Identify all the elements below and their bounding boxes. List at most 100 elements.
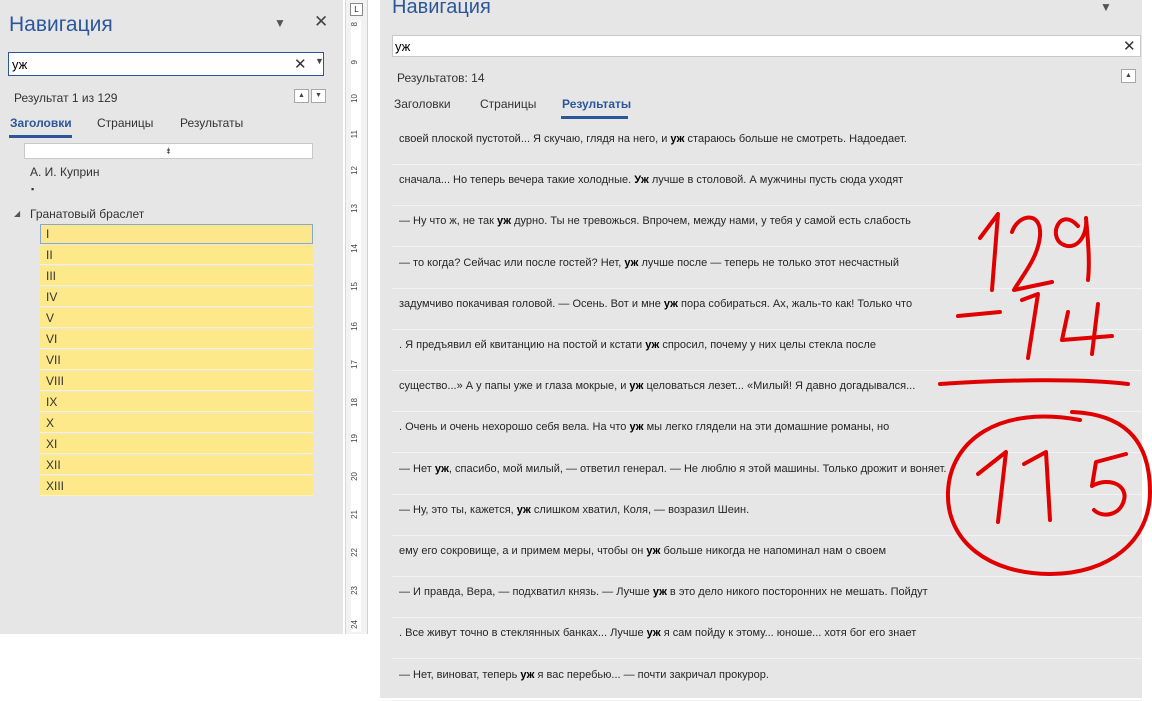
ruler-number: 23 — [350, 586, 359, 595]
ruler-number: 18 — [350, 398, 359, 407]
result-context-before: — Нет — [399, 462, 435, 475]
tab-pages[interactable]: Страницы — [480, 97, 536, 111]
heading-chapter-4[interactable]: IV — [40, 287, 313, 307]
result-context-after: целоваться лезет... «Милый! Я давно дога… — [643, 380, 916, 393]
tab-results[interactable]: Результаты — [562, 97, 631, 111]
result-context-after: я сам пойду к этому... юноше... хотя бог… — [660, 627, 917, 640]
result-match-highlight: уж — [624, 256, 639, 269]
result-context-after: больше никогда не напоминал нам о своем — [660, 545, 887, 557]
result-row[interactable]: — то когда? Сейчас или после гостей? Нет… — [392, 248, 1142, 289]
search-box: ✕ ▼ — [8, 52, 324, 76]
collapse-up-icon[interactable]: ⯒ — [24, 143, 313, 159]
right-navigation-pane: Навигация ▼ ✕ Результатов: 14 ▲ Заголовк… — [380, 0, 1142, 701]
result-row[interactable]: задумчиво покачивая головой. — Осень. Во… — [392, 289, 1142, 330]
ruler-number: 10 — [350, 94, 359, 103]
clear-search-icon[interactable]: ✕ — [1123, 37, 1136, 55]
pane-options-dropdown-icon[interactable]: ▼ — [274, 16, 286, 30]
result-row[interactable]: — Нет, виноват, теперь уж я вас перебью.… — [392, 660, 1142, 701]
active-tab-indicator — [9, 135, 72, 138]
heading-chapter-7[interactable]: VII — [40, 350, 313, 370]
result-row[interactable]: ему его сокровище, а и примем меры, чтоб… — [392, 536, 1142, 577]
result-context-before: — И правда, Вера, — подхватил князь. — Л… — [399, 586, 653, 599]
result-context-after: слишком хватил, Коля, — возразил Шеин. — [530, 503, 750, 516]
result-row[interactable]: . Я предъявил ей квитанцию на постой и к… — [392, 330, 1142, 371]
result-match-highlight: уж — [652, 586, 667, 599]
result-context-before: существо...» А у папы уже и глаза мокрые… — [399, 380, 630, 393]
result-match-highlight: уж — [516, 503, 531, 516]
heading-chapter-12[interactable]: XII — [40, 455, 313, 475]
ruler-number: 24 — [350, 620, 359, 629]
result-context-after: лучше в столовой. А мужчины пусть сюда у… — [648, 174, 904, 187]
search-box: ✕ — [392, 35, 1141, 57]
active-tab-indicator — [561, 116, 628, 119]
vertical-ruler[interactable]: L 8 9 10 11 12 13 14 15 16 17 18 19 20 2… — [345, 0, 368, 634]
result-row[interactable]: — Ну что ж, не так уж дурно. Ты не трево… — [392, 206, 1142, 248]
result-row[interactable]: — Нет уж, спасибо, мой милый, — ответил … — [392, 454, 1142, 495]
ruler-number: 15 — [350, 282, 359, 291]
result-context-after: спросил, почему у них целы стекла после — [659, 339, 876, 351]
ruler-number: 14 — [350, 244, 359, 253]
clear-search-icon[interactable]: ✕ — [294, 55, 307, 73]
result-row[interactable]: существо...» А у папы уже и глаза мокрые… — [392, 371, 1142, 413]
ruler-number: 20 — [350, 472, 359, 481]
heading-chapter-8[interactable]: VIII — [40, 371, 313, 391]
result-context-after: мы легко глядели на эти домашние романы,… — [643, 421, 890, 434]
result-context-after: лучше после — теперь не только этот несч… — [638, 256, 899, 269]
result-context-before: — Ну, это ты, кажется, — [399, 503, 517, 516]
previous-result-arrow-up-icon[interactable]: ▲ — [294, 89, 309, 103]
search-input[interactable] — [395, 37, 1095, 55]
heading-chapter-10[interactable]: X — [40, 413, 313, 433]
tab-headings[interactable]: Заголовки — [10, 116, 72, 130]
heading-chapter-1[interactable]: I — [40, 224, 313, 244]
results-count-text: Результатов: 14 — [397, 71, 485, 85]
pane-options-dropdown-icon[interactable]: ▼ — [1100, 0, 1112, 14]
heading-chapter-5[interactable]: V — [40, 308, 313, 328]
ruler-number: 21 — [350, 510, 359, 519]
result-row[interactable]: — И правда, Вера, — подхватил князь. — Л… — [392, 577, 1142, 619]
result-row[interactable]: сначала... Но теперь вечера такие холодн… — [392, 165, 1142, 207]
result-context-before: — Ну что ж, не так — [399, 215, 497, 228]
ruler-number: 9 — [350, 60, 359, 65]
heading-chapter-13[interactable]: XIII — [40, 476, 313, 496]
result-context-before: задумчиво покачивая головой. — Осень. Во… — [399, 297, 664, 310]
tab-pages[interactable]: Страницы — [97, 116, 153, 130]
result-context-before: своей плоской пустотой... Я скучаю, гляд… — [399, 133, 671, 145]
heading-chapter-9[interactable]: IX — [40, 392, 313, 412]
ruler-number: 16 — [350, 322, 359, 331]
result-row[interactable]: своей плоской пустотой... Я скучаю, гляд… — [392, 124, 1142, 165]
search-input[interactable] — [12, 55, 282, 73]
pane-title: Навигация — [9, 13, 113, 36]
result-row[interactable]: . Очень и очень нехорошо себя вела. На ч… — [392, 412, 1142, 454]
result-context-after: стараюсь больше не смотреть. Надоедает. — [684, 133, 907, 145]
result-context-before: — то когда? Сейчас или после гостей? Нет… — [399, 256, 625, 269]
pane-title: Навигация — [392, 0, 491, 18]
ruler-number: 12 — [350, 166, 359, 175]
tree-item-author[interactable]: А. И. Куприн — [30, 165, 99, 179]
heading-chapter-6[interactable]: VI — [40, 329, 313, 349]
heading-chapter-3[interactable]: III — [40, 266, 313, 286]
close-icon[interactable]: ✕ — [314, 12, 328, 32]
result-match-highlight: уж — [646, 545, 661, 557]
result-context-before: ему его сокровище, а и примем меры, чтоб… — [399, 545, 647, 557]
result-match-highlight: уж — [663, 297, 678, 310]
left-navigation-pane: Навигация ▼ ✕ ✕ ▼ Результат 1 из 129 ▲ ▼… — [0, 0, 343, 634]
heading-chapter-2[interactable]: II — [40, 245, 313, 265]
tab-results[interactable]: Результаты — [180, 116, 243, 130]
result-position-text: Результат 1 из 129 — [14, 91, 118, 105]
result-match-highlight: уж — [645, 339, 660, 351]
tab-selector-icon[interactable]: L — [350, 3, 363, 16]
next-result-arrow-down-icon[interactable]: ▼ — [311, 89, 326, 103]
result-row[interactable]: . Все живут точно в стеклянных банках...… — [392, 618, 1142, 660]
result-match-highlight: уж — [646, 627, 661, 640]
tab-headings[interactable]: Заголовки — [394, 97, 451, 111]
tree-item-empty-bullet[interactable]: ▪ — [31, 184, 34, 194]
result-match-highlight: уж — [520, 668, 535, 681]
collapse-triangle-icon[interactable]: ◢ — [14, 209, 20, 218]
result-match-highlight: Уж — [634, 174, 649, 187]
result-row[interactable]: — Ну, это ты, кажется, уж слишком хватил… — [392, 495, 1142, 536]
heading-chapter-11[interactable]: XI — [40, 434, 313, 454]
search-options-chevron-down-icon[interactable]: ▼ — [315, 56, 324, 66]
tree-item-book[interactable]: Гранатовый браслет — [30, 207, 144, 221]
previous-result-arrow-up-icon[interactable]: ▲ — [1121, 69, 1136, 83]
result-match-highlight: уж — [670, 133, 685, 145]
